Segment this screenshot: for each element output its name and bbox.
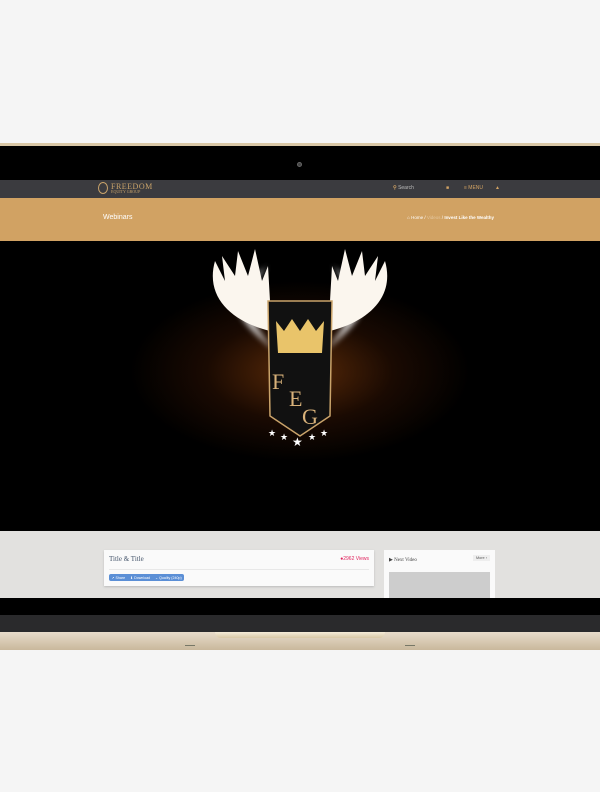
- laptop-base: [0, 632, 600, 650]
- svg-text:★: ★: [280, 432, 288, 442]
- laptop-screen: FREEDOM EQUITY GROUP ⚲ Search ■ ≡ MENU ▲ …: [0, 143, 600, 615]
- action-buttons: ↗ Share ⬇ Download ⌄ Quality (240p): [109, 574, 185, 581]
- menu-button[interactable]: ≡ MENU: [464, 185, 483, 191]
- home-icon[interactable]: ■: [446, 185, 449, 191]
- svg-text:★: ★: [308, 432, 316, 442]
- breadcrumb-videos[interactable]: Videos: [427, 215, 441, 220]
- home-icon: ⌂: [407, 215, 410, 220]
- breadcrumb-current: Invest Like the Wealthy: [444, 215, 494, 220]
- content-area: Title & Title ●2962 Views ↗ Share ⬇ Down…: [0, 531, 600, 598]
- share-button[interactable]: ↗ Share: [109, 574, 128, 581]
- next-video-label: ▶ Next Video: [389, 558, 417, 563]
- video-info-card: Title & Title ●2962 Views ↗ Share ⬇ Down…: [104, 550, 374, 586]
- video-title: Title & Title: [109, 555, 144, 563]
- search-icon: ⚲: [393, 185, 397, 191]
- navbar: FREEDOM EQUITY GROUP ⚲ Search ■ ≡ MENU ▲: [0, 180, 600, 198]
- quality-button[interactable]: ⌄ Quality (240p): [153, 574, 185, 581]
- svg-text:E: E: [289, 386, 302, 411]
- laptop-notch: [215, 632, 385, 638]
- feg-logo: F E G ★ ★ ★ ★ ★: [212, 249, 388, 449]
- divider: [109, 569, 369, 570]
- next-video-thumbnail[interactable]: [389, 572, 490, 598]
- svg-text:★: ★: [268, 428, 276, 438]
- page-title: Webinars: [103, 214, 133, 221]
- svg-text:G: G: [302, 404, 318, 429]
- svg-text:★: ★: [292, 435, 303, 449]
- video-player[interactable]: F E G ★ ★ ★ ★ ★: [0, 241, 600, 531]
- views-text: 2962 Views: [343, 556, 369, 562]
- svg-text:F: F: [272, 369, 284, 394]
- svg-text:★: ★: [320, 428, 328, 438]
- camera: [297, 162, 302, 167]
- more-button[interactable]: More ›: [473, 555, 490, 561]
- brand-logo[interactable]: FREEDOM EQUITY GROUP: [98, 182, 153, 194]
- breadcrumb-home[interactable]: Home: [411, 215, 423, 220]
- page-header: Webinars ⌂ Home / Videos / Invest Like t…: [0, 198, 600, 241]
- view-count: ●2962 Views: [340, 556, 369, 562]
- logo-mark-icon: [98, 182, 108, 194]
- download-button[interactable]: ⬇ Download: [128, 574, 153, 581]
- laptop-bezel: [0, 615, 600, 632]
- next-video-panel: ▶ Next Video More ›: [384, 550, 495, 598]
- search-input[interactable]: ⚲ Search: [393, 185, 414, 191]
- user-icon[interactable]: ▲: [495, 185, 500, 191]
- search-placeholder: Search: [398, 185, 414, 191]
- laptop-foot: [185, 645, 195, 646]
- laptop-foot: [405, 645, 415, 646]
- breadcrumb: ⌂ Home / Videos / Invest Like the Wealth…: [407, 215, 494, 220]
